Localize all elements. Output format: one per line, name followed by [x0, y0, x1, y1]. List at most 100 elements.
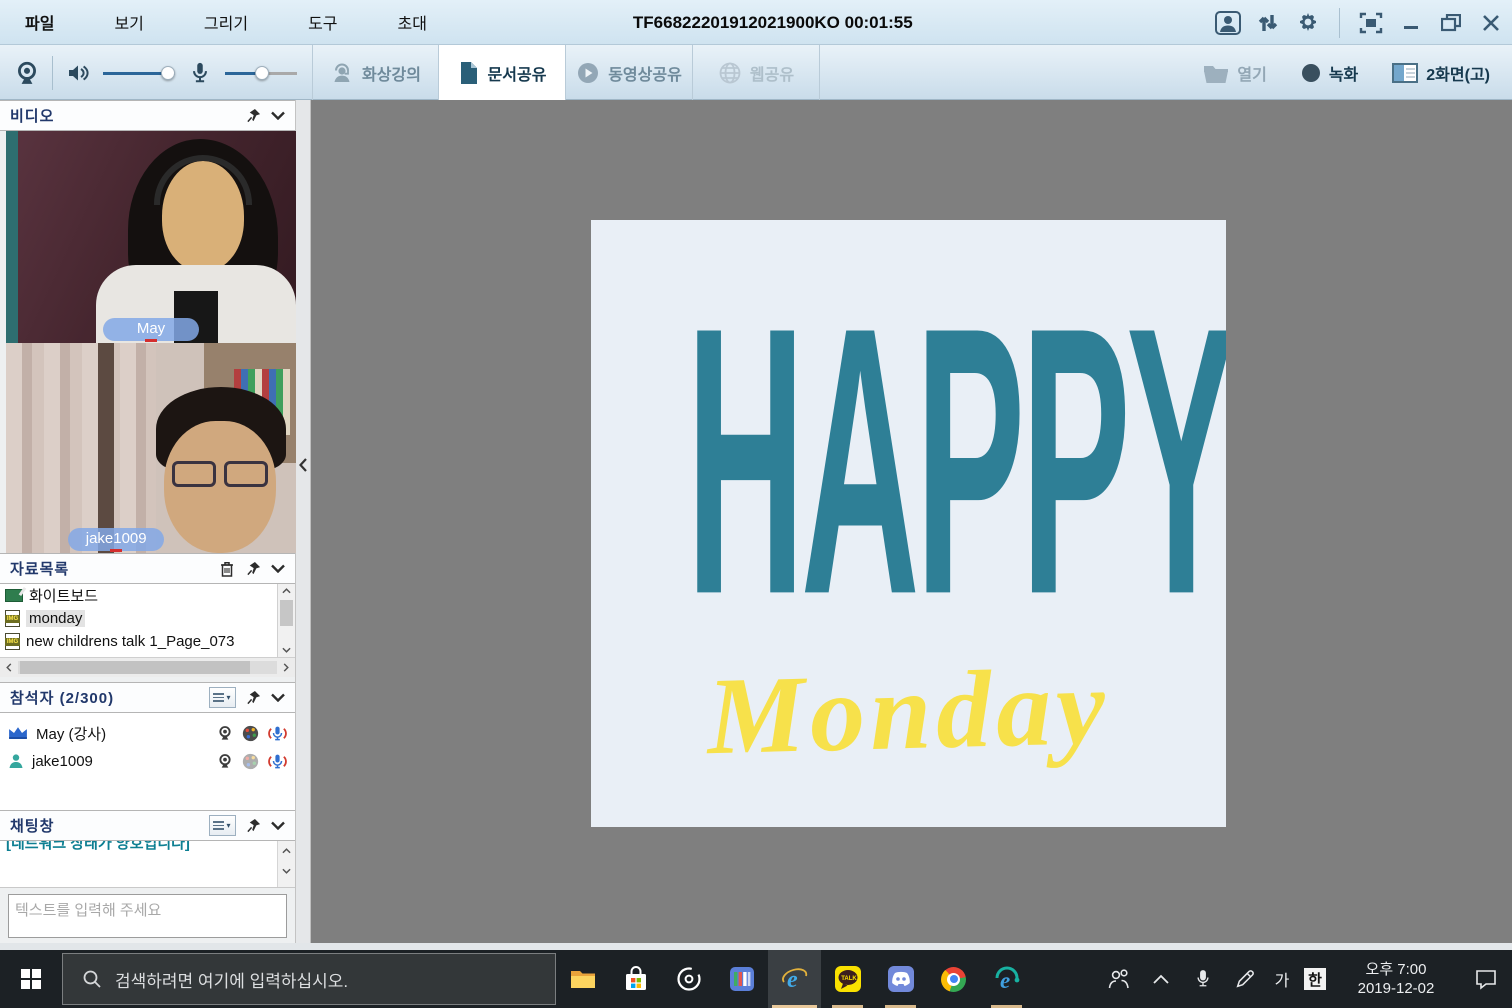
dual-screen-label: 2화면(고): [1426, 61, 1490, 85]
webcam-status-icon[interactable]: [217, 753, 233, 769]
menu-file[interactable]: 파일: [0, 10, 84, 34]
pin-icon[interactable]: [243, 554, 263, 583]
action-center-icon[interactable]: [1460, 950, 1512, 1008]
collapse-chevron-icon[interactable]: [267, 554, 289, 583]
share-mode-tabs: 화상강의 문서공유 동영상공유 웹공유: [312, 45, 820, 100]
tray-show-hidden-icons[interactable]: [1140, 950, 1182, 1008]
profile-icon[interactable]: [1215, 10, 1241, 36]
participants-list: May (강사) jake1009: [0, 713, 295, 810]
mic-active-icon[interactable]: [268, 725, 287, 742]
mic-icon[interactable]: [187, 60, 213, 86]
collapse-chevron-icon[interactable]: [267, 683, 289, 712]
scroll-down-arrow[interactable]: [278, 861, 295, 881]
taskbar-ms-store[interactable]: [609, 950, 662, 1008]
tray-mic-icon[interactable]: [1182, 950, 1224, 1008]
menu-invite[interactable]: 초대: [368, 10, 457, 34]
scroll-thumb[interactable]: [280, 600, 293, 626]
tab-web-share[interactable]: 웹공유: [693, 45, 820, 100]
trash-icon[interactable]: [217, 554, 237, 583]
elearning-app-icon: e: [993, 965, 1021, 993]
webcam-status-icon[interactable]: [217, 725, 233, 741]
scroll-thumb[interactable]: [20, 661, 250, 674]
tab-document-share[interactable]: 문서공유: [439, 45, 566, 100]
participants-list-options-button[interactable]: ▾: [207, 683, 237, 712]
chat-scrollbar[interactable]: [277, 841, 295, 887]
taskbar-clock[interactable]: 오후 7:00 2019-12-02: [1340, 960, 1452, 998]
webcam-icon[interactable]: [14, 60, 40, 86]
pin-icon[interactable]: [243, 101, 263, 130]
taskbar-media-player[interactable]: [662, 950, 715, 1008]
record-label: 녹화: [1329, 61, 1358, 85]
scroll-up-arrow[interactable]: [278, 841, 295, 861]
record-button[interactable]: 녹화: [1301, 61, 1358, 85]
chat-input[interactable]: [8, 894, 287, 938]
scroll-up-arrow[interactable]: [278, 584, 295, 598]
tray-people-icon[interactable]: [1098, 950, 1140, 1008]
collapse-left-chevron-icon[interactable]: [299, 458, 307, 477]
close-button[interactable]: [1478, 10, 1504, 36]
materials-horizontal-scrollbar[interactable]: [0, 657, 295, 677]
chat-options-button[interactable]: ▾: [207, 811, 237, 840]
record-dot-icon: [1301, 63, 1321, 83]
tab-video-lecture[interactable]: 화상강의: [312, 45, 439, 100]
document-canvas[interactable]: HAPPY Monday: [311, 100, 1512, 943]
mic-volume-slider[interactable]: [225, 66, 297, 80]
pin-icon[interactable]: [243, 683, 263, 712]
speaker-volume-slider[interactable]: [103, 66, 175, 80]
window-title: TF66822201912021900KO 00:01:55: [633, 0, 913, 45]
internet-explorer-icon: e: [781, 965, 809, 993]
taskbar-app-icons: e TALK e: [556, 950, 1033, 1008]
scroll-left-arrow[interactable]: [0, 658, 18, 677]
settings-gear-icon[interactable]: [1295, 10, 1321, 36]
collapse-chevron-icon[interactable]: [267, 101, 289, 130]
participants-panel-title: 참석자 (2/300): [10, 687, 114, 708]
menu-view[interactable]: 보기: [84, 10, 173, 34]
speaker-icon[interactable]: [65, 60, 91, 86]
nametag-may: May: [103, 318, 199, 341]
fullscreen-icon[interactable]: [1358, 10, 1384, 36]
sidebar-collapse-strip[interactable]: [296, 100, 311, 943]
materials-item-new-childrens-talk[interactable]: new childrens talk 1_Page_073: [0, 630, 295, 653]
materials-item-monday[interactable]: monday: [0, 607, 295, 630]
draw-permission-icon[interactable]: [242, 725, 259, 742]
shared-slide[interactable]: HAPPY Monday: [591, 220, 1226, 827]
tab-label: 웹공유: [750, 61, 794, 85]
tab-label: 화상강의: [362, 61, 421, 85]
menu-draw[interactable]: 그리기: [174, 10, 278, 34]
scroll-down-arrow[interactable]: [278, 643, 295, 657]
taskbar-office-app[interactable]: [715, 950, 768, 1008]
scroll-right-arrow[interactable]: [277, 658, 295, 677]
taskbar-elearning-app[interactable]: e: [980, 950, 1033, 1008]
tab-label: 동영상공유: [608, 61, 682, 85]
scene-decor: [6, 131, 18, 343]
sync-arrows-icon[interactable]: [1255, 10, 1281, 36]
materials-item-whiteboard[interactable]: 화이트보드: [0, 584, 295, 607]
restore-button[interactable]: [1438, 10, 1464, 36]
video-feed-jake1009[interactable]: jake1009: [6, 343, 296, 553]
search-icon: [83, 970, 101, 988]
start-button[interactable]: [0, 950, 62, 1008]
taskbar-kakaotalk[interactable]: TALK: [821, 950, 874, 1008]
materials-vertical-scrollbar[interactable]: [277, 584, 295, 657]
menu-tools[interactable]: 도구: [278, 10, 367, 34]
draw-permission-icon[interactable]: [242, 753, 259, 770]
minimize-button[interactable]: [1398, 10, 1424, 36]
tray-pen-icon[interactable]: [1224, 950, 1266, 1008]
ime-a-indicator[interactable]: 가: [1266, 967, 1298, 991]
pin-icon[interactable]: [243, 811, 263, 840]
mic-active-icon[interactable]: [268, 753, 287, 770]
taskbar-discord[interactable]: [874, 950, 927, 1008]
video-feed-may[interactable]: May: [6, 131, 296, 343]
participant-row-may[interactable]: May (강사): [0, 719, 295, 747]
dual-screen-button[interactable]: 2화면(고): [1392, 61, 1490, 85]
participant-row-jake1009[interactable]: jake1009: [0, 747, 295, 775]
tab-video-file-share[interactable]: 동영상공유: [566, 45, 693, 100]
taskbar-internet-explorer[interactable]: e: [768, 950, 821, 1008]
open-button[interactable]: 열기: [1203, 61, 1266, 85]
taskbar-file-explorer[interactable]: [556, 950, 609, 1008]
taskbar-chrome[interactable]: [927, 950, 980, 1008]
taskbar-search-box[interactable]: 검색하려면 여기에 입력하십시오.: [62, 953, 556, 1005]
materials-list: 화이트보드 monday new childrens talk 1_Page_0…: [0, 584, 295, 657]
collapse-chevron-icon[interactable]: [267, 811, 289, 840]
ime-hangul-indicator[interactable]: 한: [1304, 968, 1326, 990]
